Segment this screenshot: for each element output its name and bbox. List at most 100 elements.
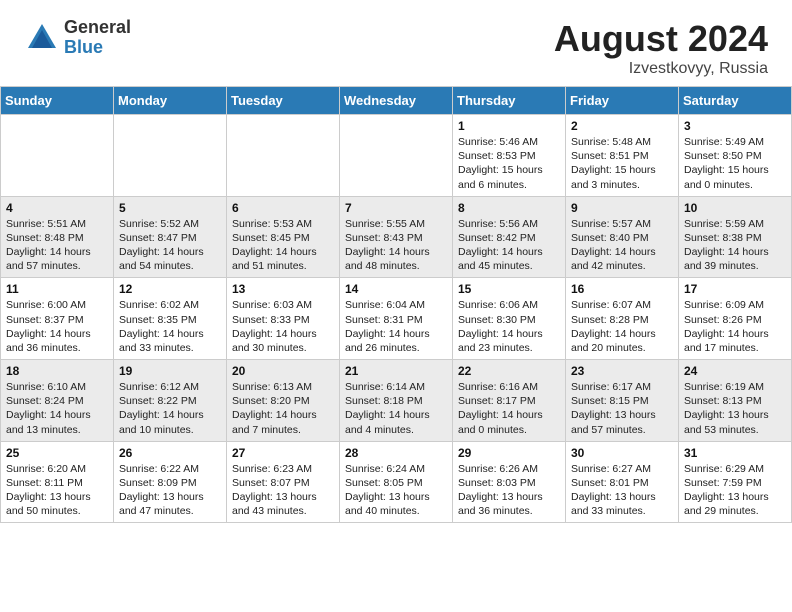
day-info: Sunrise: 5:52 AM Sunset: 8:47 PM Dayligh… bbox=[119, 217, 221, 274]
weekday-header: Saturday bbox=[679, 87, 792, 115]
day-number: 25 bbox=[6, 446, 108, 460]
weekday-header: Tuesday bbox=[227, 87, 340, 115]
day-number: 22 bbox=[458, 364, 560, 378]
calendar-cell: 7Sunrise: 5:55 AM Sunset: 8:43 PM Daylig… bbox=[340, 196, 453, 278]
day-number: 20 bbox=[232, 364, 334, 378]
day-info: Sunrise: 6:26 AM Sunset: 8:03 PM Dayligh… bbox=[458, 462, 560, 519]
weekday-header: Sunday bbox=[1, 87, 114, 115]
page-header: General Blue August 2024 Izvestkovyy, Ru… bbox=[0, 0, 792, 86]
calendar-cell: 8 Sunrise: 5:56 AM Sunset: 8:42 PM Daylig… bbox=[453, 196, 566, 278]
day-number: 30 bbox=[571, 446, 673, 460]
day-number: 29 bbox=[458, 446, 560, 460]
day-number: 7 bbox=[345, 201, 447, 215]
day-number: 3 bbox=[684, 119, 786, 133]
day-number: 18 bbox=[6, 364, 108, 378]
day-info: Sunrise: 6:20 AM Sunset: 8:11 PM Dayligh… bbox=[6, 462, 108, 519]
calendar-cell: 27Sunrise: 6:23 AM Sunset: 8:07 PM Dayli… bbox=[227, 441, 340, 523]
day-number: 4 bbox=[6, 201, 108, 215]
day-info: Sunrise: 6:02 AM Sunset: 8:35 PM Dayligh… bbox=[119, 298, 221, 355]
logo: General Blue bbox=[24, 18, 131, 58]
location: Izvestkovyy, Russia bbox=[554, 60, 768, 78]
day-number: 14 bbox=[345, 282, 447, 296]
day-info: Sunrise: 5:53 AM Sunset: 8:45 PM Dayligh… bbox=[232, 217, 334, 274]
day-number: 17 bbox=[684, 282, 786, 296]
weekday-header: Thursday bbox=[453, 87, 566, 115]
calendar-cell: 25 Sunrise: 6:20 AM Sunset: 8:11 PM Dayli… bbox=[1, 441, 114, 523]
logo-blue-text: Blue bbox=[64, 38, 131, 58]
weekday-header-row: SundayMondayTuesdayWednesdayThursdayFrid… bbox=[1, 87, 792, 115]
day-number: 6 bbox=[232, 201, 334, 215]
day-info: Sunrise: 6:24 AM Sunset: 8:05 PM Dayligh… bbox=[345, 462, 447, 519]
day-info: Sunrise: 6:17 AM Sunset: 8:15 PM Dayligh… bbox=[571, 380, 673, 437]
day-info: Sunrise: 6:00 AM Sunset: 8:37 PM Dayligh… bbox=[6, 298, 108, 355]
calendar-cell: 14 Sunrise: 6:04 AM Sunset: 8:31 PM Dayli… bbox=[340, 278, 453, 360]
day-number: 10 bbox=[684, 201, 786, 215]
calendar-cell: 19Sunrise: 6:12 AM Sunset: 8:22 PM Dayli… bbox=[114, 360, 227, 442]
calendar-cell bbox=[114, 115, 227, 197]
day-number: 28 bbox=[345, 446, 447, 460]
logo-general-text: General bbox=[64, 18, 131, 38]
calendar-cell: 12 Sunrise: 6:02 AM Sunset: 8:35 PM Dayli… bbox=[114, 278, 227, 360]
month-title: August 2024 bbox=[554, 18, 768, 60]
day-info: Sunrise: 5:57 AM Sunset: 8:40 PM Dayligh… bbox=[571, 217, 673, 274]
calendar-cell: 3 Sunrise: 5:49 AM Sunset: 8:50 PM Daylig… bbox=[679, 115, 792, 197]
day-info: Sunrise: 6:10 AM Sunset: 8:24 PM Dayligh… bbox=[6, 380, 108, 437]
day-number: 8 bbox=[458, 201, 560, 215]
day-number: 11 bbox=[6, 282, 108, 296]
day-info: Sunrise: 6:09 AM Sunset: 8:26 PM Dayligh… bbox=[684, 298, 786, 355]
day-info: Sunrise: 6:16 AM Sunset: 8:17 PM Dayligh… bbox=[458, 380, 560, 437]
calendar-cell: 15 Sunrise: 6:06 AM Sunset: 8:30 PM Dayli… bbox=[453, 278, 566, 360]
day-info: Sunrise: 6:29 AM Sunset: 7:59 PM Dayligh… bbox=[684, 462, 786, 519]
weekday-header: Wednesday bbox=[340, 87, 453, 115]
day-number: 12 bbox=[119, 282, 221, 296]
day-number: 2 bbox=[571, 119, 673, 133]
logo-icon bbox=[24, 20, 60, 56]
calendar-week-row: 4 Sunrise: 5:51 AM Sunset: 8:48 PM Daylig… bbox=[1, 196, 792, 278]
day-info: Sunrise: 6:19 AM Sunset: 8:13 PM Dayligh… bbox=[684, 380, 786, 437]
day-info: Sunrise: 5:49 AM Sunset: 8:50 PM Dayligh… bbox=[684, 135, 786, 192]
weekday-header: Monday bbox=[114, 87, 227, 115]
day-info: Sunrise: 6:06 AM Sunset: 8:30 PM Dayligh… bbox=[458, 298, 560, 355]
day-number: 23 bbox=[571, 364, 673, 378]
day-number: 26 bbox=[119, 446, 221, 460]
logo-text: General Blue bbox=[64, 18, 131, 58]
day-info: Sunrise: 6:27 AM Sunset: 8:01 PM Dayligh… bbox=[571, 462, 673, 519]
calendar-cell: 31 Sunrise: 6:29 AM Sunset: 7:59 PM Dayli… bbox=[679, 441, 792, 523]
calendar-cell: 21 Sunrise: 6:14 AM Sunset: 8:18 PM Dayli… bbox=[340, 360, 453, 442]
day-number: 5 bbox=[119, 201, 221, 215]
calendar-cell: 24Sunrise: 6:19 AM Sunset: 8:13 PM Dayli… bbox=[679, 360, 792, 442]
calendar-cell: 26 Sunrise: 6:22 AM Sunset: 8:09 PM Dayli… bbox=[114, 441, 227, 523]
calendar-cell: 20Sunrise: 6:13 AM Sunset: 8:20 PM Dayli… bbox=[227, 360, 340, 442]
day-number: 9 bbox=[571, 201, 673, 215]
calendar-table: SundayMondayTuesdayWednesdayThursdayFrid… bbox=[0, 86, 792, 523]
calendar-cell: 13Sunrise: 6:03 AM Sunset: 8:33 PM Dayli… bbox=[227, 278, 340, 360]
calendar-cell: 2 Sunrise: 5:48 AM Sunset: 8:51 PM Daylig… bbox=[566, 115, 679, 197]
day-info: Sunrise: 5:56 AM Sunset: 8:42 PM Dayligh… bbox=[458, 217, 560, 274]
calendar-cell: 1 Sunrise: 5:46 AM Sunset: 8:53 PM Daylig… bbox=[453, 115, 566, 197]
calendar-cell: 16Sunrise: 6:07 AM Sunset: 8:28 PM Dayli… bbox=[566, 278, 679, 360]
calendar-cell: 18 Sunrise: 6:10 AM Sunset: 8:24 PM Dayli… bbox=[1, 360, 114, 442]
weekday-header: Friday bbox=[566, 87, 679, 115]
day-info: Sunrise: 5:48 AM Sunset: 8:51 PM Dayligh… bbox=[571, 135, 673, 192]
day-info: Sunrise: 5:51 AM Sunset: 8:48 PM Dayligh… bbox=[6, 217, 108, 274]
calendar-week-row: 1 Sunrise: 5:46 AM Sunset: 8:53 PM Daylig… bbox=[1, 115, 792, 197]
title-block: August 2024 Izvestkovyy, Russia bbox=[554, 18, 768, 78]
calendar-cell bbox=[227, 115, 340, 197]
day-number: 15 bbox=[458, 282, 560, 296]
day-info: Sunrise: 5:46 AM Sunset: 8:53 PM Dayligh… bbox=[458, 135, 560, 192]
calendar-cell: 9 Sunrise: 5:57 AM Sunset: 8:40 PM Daylig… bbox=[566, 196, 679, 278]
calendar-cell: 11 Sunrise: 6:00 AM Sunset: 8:37 PM Dayli… bbox=[1, 278, 114, 360]
day-number: 1 bbox=[458, 119, 560, 133]
day-number: 21 bbox=[345, 364, 447, 378]
day-number: 19 bbox=[119, 364, 221, 378]
calendar-cell: 29 Sunrise: 6:26 AM Sunset: 8:03 PM Dayli… bbox=[453, 441, 566, 523]
calendar-cell: 28 Sunrise: 6:24 AM Sunset: 8:05 PM Dayli… bbox=[340, 441, 453, 523]
day-info: Sunrise: 6:04 AM Sunset: 8:31 PM Dayligh… bbox=[345, 298, 447, 355]
day-number: 31 bbox=[684, 446, 786, 460]
calendar-cell: 5 Sunrise: 5:52 AM Sunset: 8:47 PM Daylig… bbox=[114, 196, 227, 278]
calendar-week-row: 11 Sunrise: 6:00 AM Sunset: 8:37 PM Dayli… bbox=[1, 278, 792, 360]
calendar-week-row: 25 Sunrise: 6:20 AM Sunset: 8:11 PM Dayli… bbox=[1, 441, 792, 523]
day-info: Sunrise: 6:14 AM Sunset: 8:18 PM Dayligh… bbox=[345, 380, 447, 437]
calendar-cell: 17 Sunrise: 6:09 AM Sunset: 8:26 PM Dayli… bbox=[679, 278, 792, 360]
day-info: Sunrise: 6:22 AM Sunset: 8:09 PM Dayligh… bbox=[119, 462, 221, 519]
